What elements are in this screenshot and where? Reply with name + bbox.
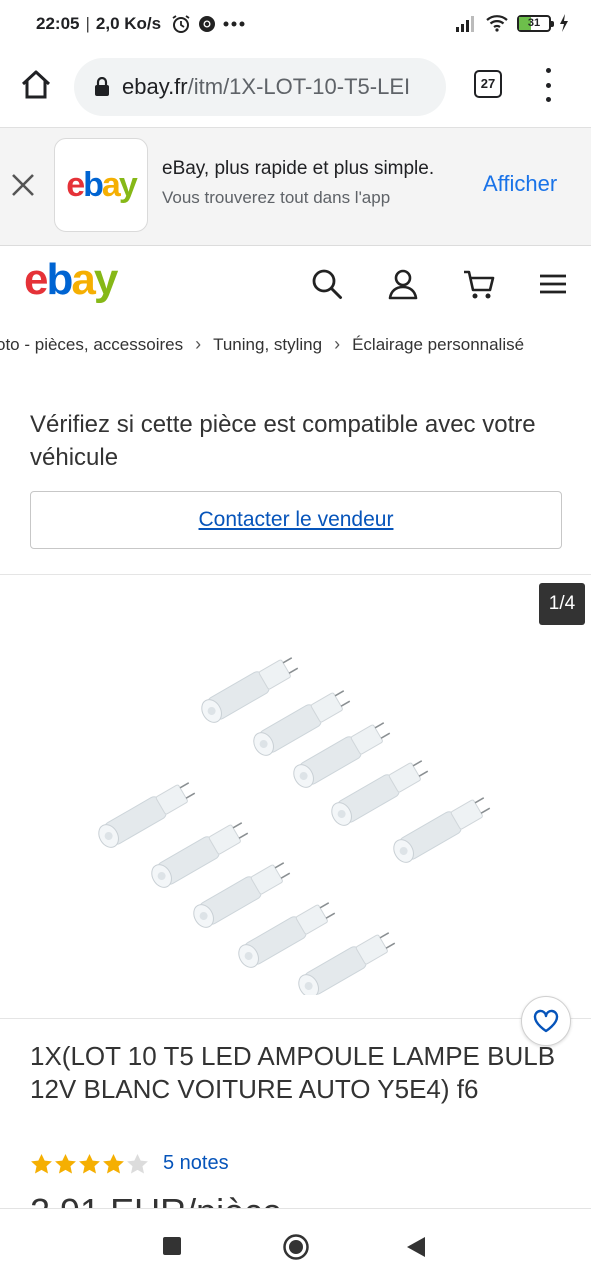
chevron-right-icon: › — [334, 334, 341, 354]
led-bulb-7 — [147, 816, 252, 892]
heart-icon — [533, 1009, 559, 1033]
wifi-icon — [486, 15, 508, 32]
product-rating[interactable]: 5 notes — [30, 1152, 229, 1175]
led-bulb-8 — [189, 856, 294, 932]
banner-subtitle: Vous trouverez tout dans l'app — [162, 188, 391, 207]
banner-title: eBay, plus rapide et plus simple. — [162, 158, 435, 179]
product-image[interactable] — [90, 615, 510, 995]
ebay-logo[interactable]: ebay — [24, 255, 118, 305]
rating-stars — [30, 1153, 149, 1175]
led-bulb-5 — [389, 791, 494, 867]
home-icon[interactable] — [18, 67, 54, 103]
url-bar[interactable]: ebay.fr/itm/1X-LOT-10-T5-LEI — [74, 58, 446, 116]
compatibility-text: Vérifiez si cette pièce est compatible a… — [30, 411, 536, 471]
alarm-icon — [172, 15, 190, 33]
status-right: 31 — [455, 14, 569, 32]
close-icon[interactable] — [10, 172, 36, 198]
recents-square-icon[interactable] — [163, 1237, 181, 1255]
battery-icon: 31 — [517, 14, 554, 32]
chevron-right-icon: › — [195, 334, 202, 354]
home-circle-icon[interactable] — [282, 1233, 310, 1261]
watchlist-button[interactable] — [521, 996, 571, 1046]
search-icon[interactable] — [310, 267, 344, 301]
status-net-speed: 2,0 Ko/s — [95, 14, 162, 33]
contact-seller-button[interactable]: Contacter le vendeur — [30, 491, 562, 549]
star-filled-icon — [31, 1153, 52, 1173]
app-banner: ebay eBay, plus rapide et plus simple. V… — [0, 128, 591, 246]
status-time: 22:05 — [36, 14, 80, 33]
signal-icon — [456, 16, 474, 32]
browser-toolbar: ebay.fr/itm/1X-LOT-10-T5-LEI 27 — [0, 52, 591, 128]
led-bulb-6 — [94, 776, 199, 852]
url-host: ebay.fr — [122, 74, 188, 99]
led-bulb-9 — [234, 896, 339, 972]
status-icons — [171, 14, 245, 34]
more-notifications-icon — [223, 21, 245, 27]
chrome-icon — [199, 16, 216, 32]
status-bar: 22:05 | 2,0 Ko/s 31 — [0, 0, 591, 52]
breadcrumb-item[interactable]: Éclairage personnalisé — [352, 335, 524, 355]
browser-menu-icon[interactable] — [538, 68, 558, 102]
cart-icon[interactable] — [462, 267, 496, 301]
url-path: /itm/1X-LOT-10-T5-LEI — [187, 74, 411, 99]
system-nav-bar — [0, 1208, 591, 1280]
app-icon: ebay — [54, 138, 148, 232]
charging-icon — [560, 14, 568, 32]
status-separator: | — [85, 14, 90, 33]
back-triangle-icon[interactable] — [406, 1236, 426, 1258]
tab-count: 27 — [480, 76, 496, 91]
star-filled-icon — [79, 1153, 100, 1173]
lock-icon — [95, 77, 109, 96]
breadcrumb-item[interactable]: Tuning, styling — [213, 335, 322, 355]
star-filled-icon — [55, 1153, 76, 1173]
led-bulb-1 — [197, 651, 302, 727]
banner-ebay-logo: ebay — [66, 165, 138, 204]
battery-level: 31 — [527, 16, 541, 29]
url-text: ebay.fr/itm/1X-LOT-10-T5-LEI — [122, 74, 410, 100]
product-image-gallery[interactable]: 1/4 — [0, 575, 591, 1019]
hamburger-menu-icon[interactable] — [536, 267, 570, 301]
breadcrumb: oto - pièces, accessoires › Tuning, styl… — [0, 334, 524, 355]
site-header: ebay — [0, 247, 591, 327]
open-app-button[interactable]: Afficher — [483, 171, 557, 197]
led-bulb-10 — [294, 926, 399, 995]
star-filled-icon — [103, 1153, 124, 1173]
breadcrumb-item[interactable]: oto - pièces, accessoires — [0, 335, 183, 355]
status-left: 22:05 | 2,0 Ko/s — [36, 14, 245, 34]
image-counter: 1/4 — [539, 583, 585, 625]
rating-count-link[interactable]: 5 notes — [163, 1152, 229, 1175]
tab-switcher-button[interactable]: 27 — [474, 70, 502, 98]
star-empty-icon — [127, 1153, 148, 1173]
account-icon[interactable] — [386, 267, 420, 301]
divider — [0, 1018, 591, 1019]
product-title: 1X(LOT 10 T5 LED AMPOULE LAMPE BULB 12V … — [30, 1041, 556, 1104]
